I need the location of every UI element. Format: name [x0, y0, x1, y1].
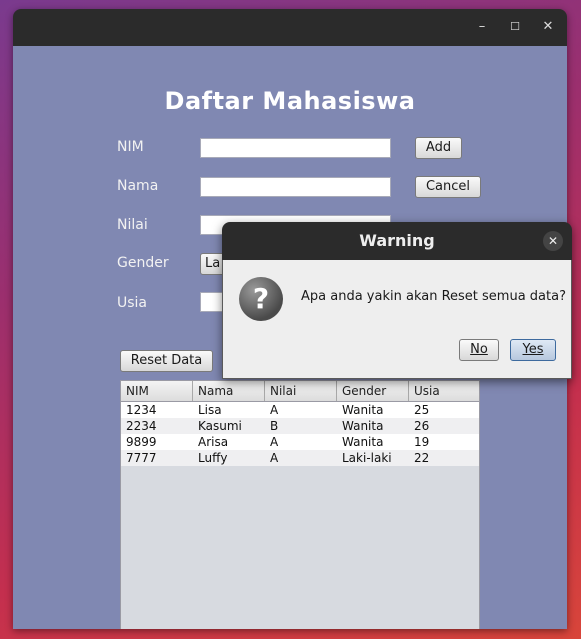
student-table: NIM Nama Nilai Gender Usia 1234 Lisa A W… — [120, 380, 480, 629]
no-button-label: No — [470, 342, 488, 357]
window-titlebar: – ☐ ✕ — [13, 9, 567, 46]
cell-nilai: B — [270, 419, 279, 433]
usia-label: Usia — [117, 295, 148, 311]
cell-nilai: A — [270, 435, 279, 449]
cell-usia: 26 — [414, 419, 430, 433]
column-header-gender[interactable]: Gender — [337, 381, 409, 401]
nama-label: Nama — [117, 178, 159, 194]
cell-nim: 2234 — [126, 419, 157, 433]
column-header-nilai[interactable]: Nilai — [265, 381, 337, 401]
cell-usia: 25 — [414, 403, 430, 417]
reset-data-button[interactable]: Reset Data — [120, 350, 213, 372]
cell-gender: Laki-laki — [342, 451, 392, 465]
table-row[interactable]: 9899 Arisa A Wanita 19 — [121, 434, 479, 450]
column-header-usia[interactable]: Usia — [409, 381, 479, 401]
question-icon: ? — [239, 277, 283, 321]
nilai-label: Nilai — [117, 217, 148, 233]
gender-label: Gender — [117, 255, 169, 271]
column-header-nama[interactable]: Nama — [193, 381, 265, 401]
cell-gender: Wanita — [342, 419, 384, 433]
table-row[interactable]: 7777 Luffy A Laki-laki 22 — [121, 450, 479, 466]
cell-nim: 7777 — [126, 451, 157, 465]
cell-nama: Lisa — [198, 403, 222, 417]
table-header: NIM Nama Nilai Gender Usia — [121, 381, 479, 402]
dialog-close-icon[interactable]: ✕ — [543, 231, 563, 251]
nim-field[interactable] — [200, 138, 391, 158]
minimize-icon[interactable]: – — [473, 18, 491, 36]
cell-usia: 22 — [414, 451, 430, 465]
cell-nama: Arisa — [198, 435, 229, 449]
cell-usia: 19 — [414, 435, 430, 449]
dialog-title: Warning — [222, 222, 572, 260]
cell-nilai: A — [270, 403, 279, 417]
add-button[interactable]: Add — [415, 137, 462, 159]
column-header-nim[interactable]: NIM — [121, 381, 193, 401]
yes-button-label: Yes — [522, 342, 544, 357]
no-button[interactable]: No — [459, 339, 499, 361]
yes-button[interactable]: Yes — [510, 339, 556, 361]
nim-label: NIM — [117, 139, 144, 155]
page-title: Daftar Mahasiswa — [164, 87, 416, 115]
close-icon[interactable]: ✕ — [539, 18, 557, 36]
cell-nim: 9899 — [126, 435, 157, 449]
cell-gender: Wanita — [342, 435, 384, 449]
cell-nama: Luffy — [198, 451, 228, 465]
warning-dialog: Warning ✕ ? Apa anda yakin akan Reset se… — [222, 222, 572, 379]
nama-field[interactable] — [200, 177, 391, 197]
cell-nama: Kasumi — [198, 419, 242, 433]
maximize-icon[interactable]: ☐ — [506, 18, 524, 36]
table-row[interactable]: 1234 Lisa A Wanita 25 — [121, 402, 479, 418]
dialog-message: Apa anda yakin akan Reset semua data? — [301, 289, 566, 304]
table-row[interactable]: 2234 Kasumi B Wanita 26 — [121, 418, 479, 434]
cell-nilai: A — [270, 451, 279, 465]
cell-gender: Wanita — [342, 403, 384, 417]
cell-nim: 1234 — [126, 403, 157, 417]
cancel-button[interactable]: Cancel — [415, 176, 481, 198]
dialog-body: ? Apa anda yakin akan Reset semua data? … — [222, 260, 572, 379]
